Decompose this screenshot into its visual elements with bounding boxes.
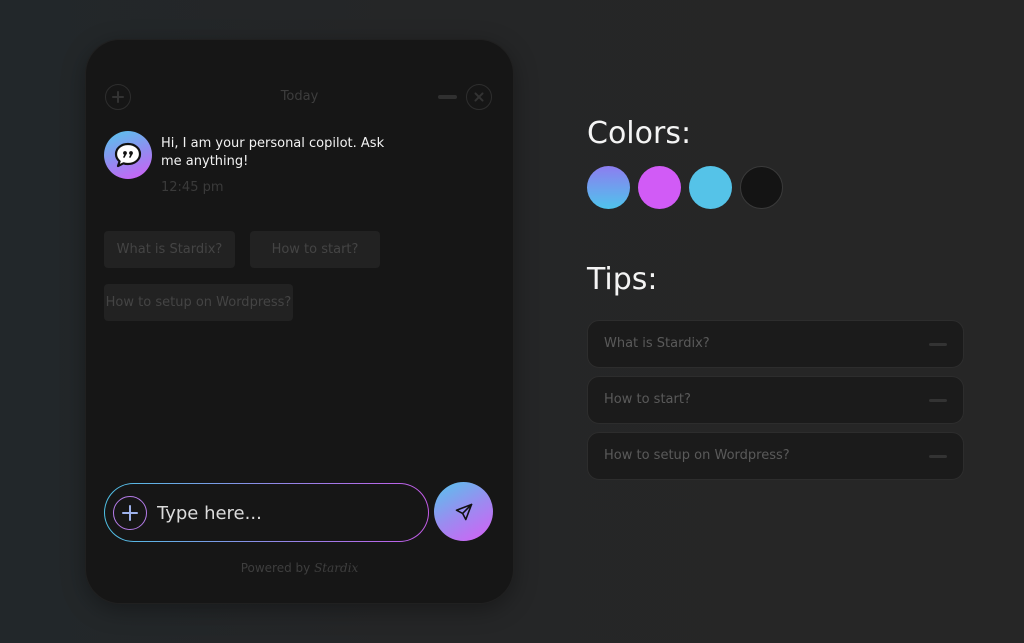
collapse-icon	[929, 455, 947, 458]
attach-button[interactable]	[113, 496, 147, 530]
collapse-icon	[929, 399, 947, 402]
powered-by-footer: Powered by Stardix	[86, 561, 513, 575]
color-swatches	[587, 166, 783, 209]
brand-name[interactable]: Stardix	[314, 561, 358, 575]
tips-list: What is Stardix? How to start? How to se…	[587, 320, 964, 488]
tip-item[interactable]: How to start?	[587, 376, 964, 424]
collapse-icon	[929, 343, 947, 346]
swatch-gradient	[587, 166, 630, 209]
chat-bubble-quote-icon	[114, 142, 142, 168]
tip-label: What is Stardix?	[604, 336, 710, 351]
bot-avatar	[104, 131, 152, 179]
message-input[interactable]	[157, 498, 407, 528]
tip-item[interactable]: How to setup on Wordpress?	[587, 432, 964, 480]
swatch-cyan	[689, 166, 732, 209]
close-button[interactable]	[466, 84, 492, 110]
colors-heading: Colors:	[587, 116, 692, 151]
minimize-button[interactable]	[438, 95, 457, 99]
powered-by-label: Powered by	[240, 561, 311, 575]
bot-message-text: Hi, I am your personal copilot. Ask me a…	[161, 136, 385, 169]
chat-widget: Today Hi, I am your personal copilot. As…	[86, 40, 513, 603]
swatch-black	[740, 166, 783, 209]
send-icon	[455, 503, 472, 520]
message-composer	[104, 483, 429, 542]
tip-label: How to start?	[604, 392, 691, 407]
message-timestamp: 12:45 pm	[161, 180, 224, 195]
close-icon	[474, 92, 484, 102]
swatch-purple	[638, 166, 681, 209]
suggestion-chip[interactable]: What is Stardix?	[104, 231, 235, 268]
tip-item[interactable]: What is Stardix?	[587, 320, 964, 368]
tips-heading: Tips:	[587, 262, 658, 297]
tip-label: How to setup on Wordpress?	[604, 448, 790, 463]
send-button[interactable]	[434, 482, 493, 541]
plus-icon	[122, 505, 138, 521]
suggestion-chip[interactable]: How to setup on Wordpress?	[104, 284, 293, 321]
suggestion-chip[interactable]: How to start?	[250, 231, 380, 268]
